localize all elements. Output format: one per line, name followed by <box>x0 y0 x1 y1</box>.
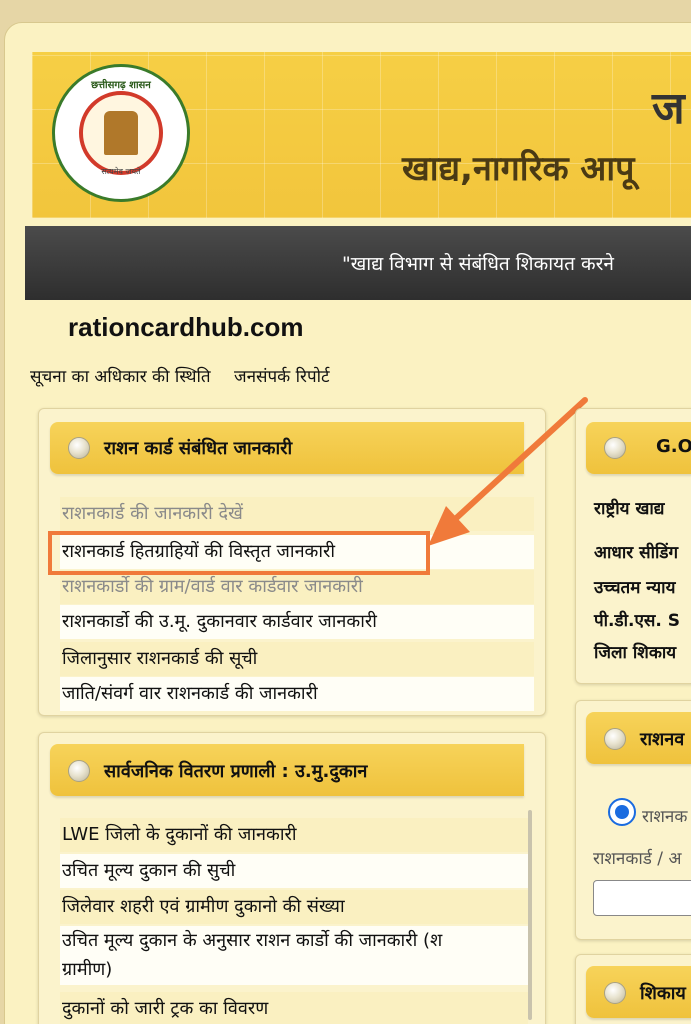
pds-scrollbar[interactable] <box>528 810 532 1020</box>
complaint-panel-title: शिकाय <box>640 983 686 1004</box>
ration-card-number-input[interactable] <box>593 880 691 916</box>
bullet-icon <box>604 437 626 459</box>
radio-selected-dot <box>615 805 629 819</box>
bullet-icon <box>604 982 626 1004</box>
go-panel-title: G.O <box>656 436 691 457</box>
pds-link-cards-by-shop[interactable]: उचित मूल्य दुकान के अनुसार राशन कार्डो क… <box>60 926 528 956</box>
go-item-supreme-court[interactable]: उच्चतम न्याय <box>594 575 675 598</box>
ration-search-panel-title: राशनव <box>640 729 685 750</box>
pds-link-truck-details[interactable]: दुकानों को जारी ट्रक का विवरण <box>60 992 528 1024</box>
pds-panel-title: सार्वजनिक वितरण प्रणाली : उ.मु.दुकान <box>104 761 368 782</box>
go-item-nfsa[interactable]: राष्ट्रीय खाद्य <box>594 496 664 519</box>
bullet-icon <box>604 728 626 750</box>
pds-link-cards-by-shop-cont[interactable]: ग्रामीण) <box>60 955 528 985</box>
ration-card-radio[interactable] <box>608 798 636 826</box>
go-item-aadhaar-seeding[interactable]: आधार सीडिंग <box>594 540 678 563</box>
ration-card-radio-label: राशनक <box>642 807 688 827</box>
go-item-pds[interactable]: पी.डी.एस. S <box>594 608 680 631</box>
go-item-district-complaint[interactable]: जिला शिकाय <box>594 640 676 663</box>
pds-link-lwe-shops[interactable]: LWE जिलो के दुकानों की जानकारी <box>60 818 528 852</box>
pds-link-urban-rural-count[interactable]: जिलेवार शहरी एवं ग्रामीण दुकानो की संख्य… <box>60 890 528 924</box>
ration-card-field-label: राशनकार्ड / अ <box>593 849 682 869</box>
pds-link-shop-list[interactable]: उचित मूल्य दुकान की सुची <box>60 854 528 888</box>
bullet-icon <box>68 760 90 782</box>
